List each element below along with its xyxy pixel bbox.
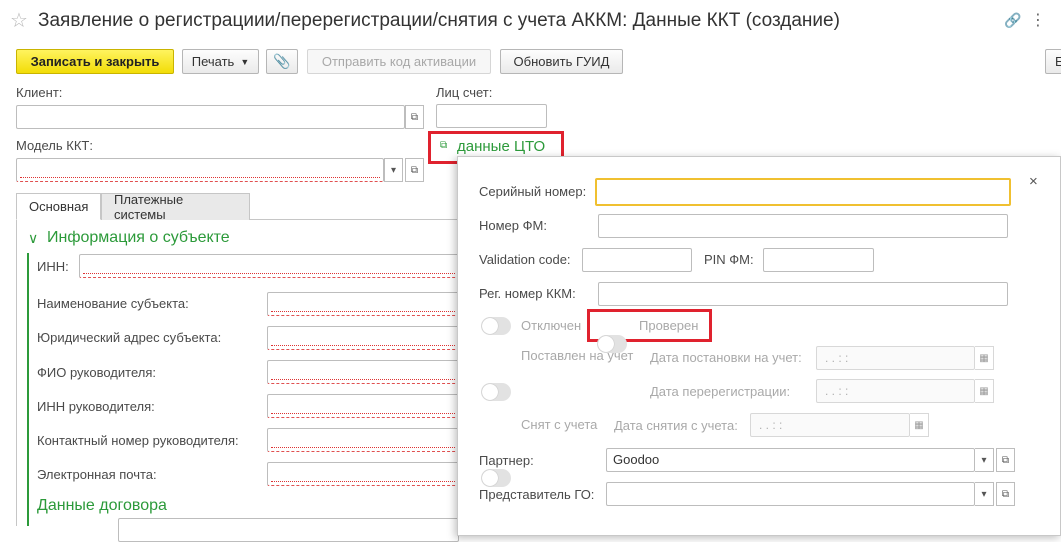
link-icon[interactable]: 🔗 — [1004, 12, 1021, 29]
model-input[interactable] — [16, 158, 384, 182]
fm-input[interactable] — [598, 214, 1008, 238]
registered-toggle[interactable] — [481, 383, 511, 401]
reg-date-input[interactable]: . . : : — [816, 346, 975, 370]
subject-name-input[interactable] — [267, 292, 459, 316]
director-inn-input[interactable] — [267, 394, 459, 418]
open-client-icon[interactable]: ⧉ — [405, 105, 424, 129]
print-button[interactable]: Печать ▼ — [182, 49, 259, 74]
disabled-label: Отключен — [521, 318, 582, 333]
calendar-icon[interactable]: ▦ — [975, 346, 994, 370]
close-icon[interactable]: × — [1029, 173, 1038, 190]
account-label: Лиц счет: — [436, 85, 493, 100]
subject-section-title[interactable]: Информация о субъекте — [47, 229, 230, 247]
checked-label: Проверен — [639, 318, 699, 333]
validation-code-input[interactable] — [582, 248, 692, 272]
contract-input[interactable] — [118, 518, 459, 542]
open-partner-icon[interactable]: ⧉ — [996, 448, 1015, 472]
pin-input[interactable] — [763, 248, 874, 272]
model-dropdown-icon[interactable]: ▾ — [384, 158, 403, 182]
rep-dropdown-icon[interactable]: ▾ — [975, 482, 994, 506]
legal-address-label: Юридический адрес субъекта: — [37, 330, 222, 345]
collapse-chevron-icon[interactable]: ∨ — [28, 230, 38, 247]
open-rep-icon[interactable]: ⧉ — [996, 482, 1015, 506]
inn-input[interactable] — [79, 254, 459, 278]
partner-label: Партнер: — [479, 453, 534, 468]
client-input[interactable] — [16, 105, 405, 129]
print-label: Печать — [191, 54, 235, 69]
fm-label: Номер ФМ: — [479, 218, 547, 233]
director-inn-label: ИНН руководителя: — [37, 399, 155, 414]
email-label: Электронная почта: — [37, 467, 157, 482]
cto-data-link[interactable]: данные ЦТО — [457, 138, 545, 155]
section-bar — [27, 253, 29, 526]
removed-date-label: Дата снятия с учета: — [614, 418, 738, 433]
director-name-label: ФИО руководителя: — [37, 365, 156, 380]
reg-date-label: Дата постановки на учет: — [650, 350, 802, 365]
account-input[interactable] — [436, 104, 547, 128]
email-input[interactable] — [267, 462, 459, 486]
calendar-icon[interactable]: ▦ — [910, 413, 929, 437]
pin-label: PIN ФМ: — [704, 252, 754, 267]
rep-input[interactable] — [606, 482, 975, 506]
favorite-star-icon[interactable]: ☆ — [10, 8, 28, 33]
inn-label: ИНН: — [37, 259, 69, 274]
validation-code-label: Validation code: — [479, 252, 571, 267]
tab-main[interactable]: Основная — [16, 193, 101, 220]
cto-popup: × Серийный номер: Номер ФМ: Validation c… — [457, 156, 1061, 536]
rep-label: Представитель ГО: — [479, 487, 595, 502]
tab-payment-systems[interactable]: Платежные системы — [101, 192, 250, 222]
rereg-date-input[interactable]: . . : : — [816, 379, 975, 403]
chevron-down-icon: ▼ — [240, 56, 250, 67]
calendar-icon[interactable]: ▦ — [975, 379, 994, 403]
model-label: Модель ККТ: — [16, 138, 93, 153]
window-title: Заявление о регистрациии/перерегистрации… — [38, 10, 840, 31]
client-label: Клиент: — [16, 85, 63, 100]
more-button[interactable]: Е — [1045, 49, 1061, 74]
legal-address-input[interactable] — [267, 326, 459, 350]
director-phone-input[interactable] — [267, 428, 459, 452]
removed-toggle[interactable] — [481, 469, 511, 487]
open-model-icon[interactable]: ⧉ — [405, 158, 424, 182]
partner-input[interactable]: Goodoo — [606, 448, 975, 472]
attach-button[interactable]: 📎 — [266, 49, 298, 74]
update-guid-button[interactable]: Обновить ГУИД — [500, 49, 623, 74]
disabled-toggle[interactable] — [481, 317, 511, 335]
tab-panel-border — [16, 220, 17, 526]
rereg-date-label: Дата перерегистрации: — [650, 384, 791, 399]
paperclip-icon: 📎 — [273, 53, 291, 69]
serial-label: Серийный номер: — [479, 184, 587, 199]
registered-label: Поставлен на учет — [521, 348, 634, 363]
reg-number-input[interactable] — [598, 282, 1008, 306]
send-activation-code-button[interactable]: Отправить код активации — [307, 49, 491, 74]
save-close-button[interactable]: Записать и закрыть — [16, 49, 174, 74]
contract-section-title[interactable]: Данные договора — [37, 497, 167, 515]
director-name-input[interactable] — [267, 360, 459, 384]
open-link-icon: ⧉ — [440, 140, 448, 151]
removed-label: Снят с учета — [521, 417, 598, 432]
serial-input[interactable] — [595, 178, 1011, 206]
more-actions-icon[interactable]: ⋮ — [1030, 10, 1046, 30]
removed-date-input[interactable]: . . : : — [750, 413, 910, 437]
reg-number-label: Рег. номер ККМ: — [479, 286, 576, 301]
partner-dropdown-icon[interactable]: ▾ — [975, 448, 994, 472]
subject-name-label: Наименование субъекта: — [37, 296, 189, 311]
director-phone-label: Контактный номер руководителя: — [37, 433, 239, 448]
